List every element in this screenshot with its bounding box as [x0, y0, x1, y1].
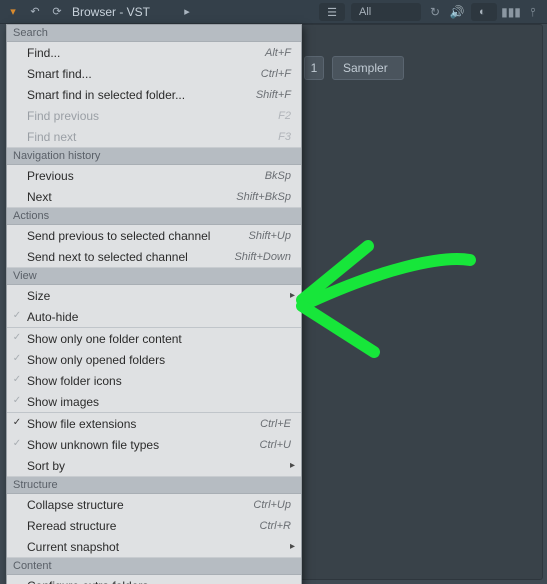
check-icon: ✓ — [11, 437, 23, 449]
sampler-label: Sampler — [343, 61, 388, 75]
menu-item-shortcut: Ctrl+E — [260, 418, 291, 430]
menu-item-label: Show folder icons — [27, 374, 291, 388]
menu-item-label: Show only opened folders — [27, 353, 291, 367]
menu-item: Find previousF2 — [7, 105, 301, 126]
menu-item[interactable]: Configure extra folders — [7, 575, 301, 584]
channel-number-chip[interactable]: 1 — [304, 56, 324, 80]
menu-item[interactable]: Smart find...Ctrl+F — [7, 63, 301, 84]
menu-item-label: Auto-hide — [27, 310, 291, 324]
menu-item[interactable]: Current snapshot▸ — [7, 536, 301, 557]
menu-item-label: Show unknown file types — [27, 438, 260, 452]
menu-item-label: Show only one folder content — [27, 332, 291, 346]
menu-section-header: Structure — [7, 476, 301, 494]
submenu-arrow-icon: ▸ — [290, 290, 295, 301]
menu-item-shortcut: Ctrl+Up — [253, 499, 291, 511]
menu-item: Find nextF3 — [7, 126, 301, 147]
menu-item-label: Collapse structure — [27, 498, 253, 512]
menu-item-label: Configure extra folders — [27, 579, 291, 584]
filter-all[interactable]: All — [351, 3, 421, 21]
menu-item-shortcut: Ctrl+F — [261, 68, 291, 80]
check-icon: ✓ — [11, 394, 23, 406]
topbar-right: ☰ All ↻ 🔊 ◐ ▮▮▮ ⫯ — [319, 0, 541, 24]
menu-item[interactable]: Send previous to selected channelShift+U… — [7, 225, 301, 246]
loop-icon[interactable]: ↻ — [427, 4, 443, 20]
check-icon: ✓ — [11, 331, 23, 343]
menu-section-header: Actions — [7, 207, 301, 225]
menu-item-label: Smart find... — [27, 67, 261, 81]
menu-item[interactable]: ✓ Show images — [7, 391, 301, 412]
menu-item[interactable]: ✓ Show unknown file typesCtrl+U — [7, 434, 301, 455]
menu-item-shortcut: F3 — [278, 131, 291, 143]
menu-item[interactable]: Reread structureCtrl+R — [7, 515, 301, 536]
menu-dropdown-icon[interactable]: ▾ — [4, 3, 22, 21]
menu-item[interactable]: ✓ Show file extensionsCtrl+E — [7, 413, 301, 434]
menu-item-label: Send previous to selected channel — [27, 229, 249, 243]
menu-item-shortcut: Ctrl+R — [260, 520, 291, 532]
menu-item-shortcut: F2 — [278, 110, 291, 122]
menu-item-label: Find... — [27, 46, 265, 60]
knob-icon[interactable]: ◐ — [471, 3, 497, 21]
menu-item-label: Current snapshot — [27, 540, 291, 554]
menu-item-label: Show images — [27, 395, 291, 409]
filter-label: All — [359, 6, 371, 18]
menu-item[interactable]: Find...Alt+F — [7, 42, 301, 63]
browser-context-menu: SearchFind...Alt+FSmart find...Ctrl+FSma… — [6, 24, 302, 584]
channel-rack-panel — [300, 24, 543, 580]
play-icon[interactable]: ▸ — [178, 3, 196, 21]
menu-item[interactable]: Sort by▸ — [7, 455, 301, 476]
back-icon[interactable]: ↶ — [26, 3, 44, 21]
menu-item[interactable]: ✓ Auto-hide — [7, 306, 301, 327]
check-icon: ✓ — [11, 352, 23, 364]
menu-item-shortcut: Shift+F — [256, 89, 291, 101]
sampler-chip[interactable]: Sampler — [332, 56, 404, 80]
check-icon: ✓ — [11, 309, 23, 321]
menu-item-label: Previous — [27, 169, 265, 183]
browser-title: Browser - VST — [72, 5, 150, 19]
menu-section-header: Content — [7, 557, 301, 575]
menu-item-label: Show file extensions — [27, 417, 260, 431]
menu-item[interactable]: Smart find in selected folder...Shift+F — [7, 84, 301, 105]
menu-item[interactable]: ✓ Show only one folder content — [7, 328, 301, 349]
eq-icon[interactable]: ⫯ — [525, 4, 541, 20]
menu-item-label: Size — [27, 289, 291, 303]
menu-item[interactable]: Collapse structureCtrl+Up — [7, 494, 301, 515]
menu-item-label: Smart find in selected folder... — [27, 88, 256, 102]
menu-item[interactable]: NextShift+BkSp — [7, 186, 301, 207]
menu-item-shortcut: Shift+Down — [234, 251, 291, 263]
submenu-arrow-icon: ▸ — [290, 541, 295, 552]
check-icon: ✓ — [11, 416, 23, 428]
menu-item[interactable]: ✓ Show only opened folders — [7, 349, 301, 370]
menu-item-shortcut: BkSp — [265, 170, 291, 182]
menu-item-label: Reread structure — [27, 519, 260, 533]
menu-item[interactable]: PreviousBkSp — [7, 165, 301, 186]
list-icon[interactable]: ☰ — [319, 3, 345, 21]
menu-item-shortcut: Shift+BkSp — [236, 191, 291, 203]
check-icon: ✓ — [11, 373, 23, 385]
menu-item[interactable]: ✓ Show folder icons — [7, 370, 301, 391]
menu-item-label: Find next — [27, 130, 278, 144]
refresh-icon[interactable]: ⟳ — [48, 3, 66, 21]
menu-item-shortcut: Alt+F — [265, 47, 291, 59]
channel-number-label: 1 — [311, 61, 318, 75]
menu-section-header: Search — [7, 25, 301, 42]
menu-item-shortcut: Shift+Up — [249, 230, 292, 242]
menu-item[interactable]: Send next to selected channelShift+Down — [7, 246, 301, 267]
menu-item-label: Send next to selected channel — [27, 250, 234, 264]
submenu-arrow-icon: ▸ — [290, 460, 295, 471]
menu-section-header: View — [7, 267, 301, 285]
bars-icon[interactable]: ▮▮▮ — [503, 4, 519, 20]
volume-icon[interactable]: 🔊 — [449, 4, 465, 20]
menu-item-label: Next — [27, 190, 236, 204]
menu-item-shortcut: Ctrl+U — [260, 439, 291, 451]
menu-item-label: Find previous — [27, 109, 278, 123]
menu-item-label: Sort by — [27, 459, 291, 473]
menu-item[interactable]: Size▸ — [7, 285, 301, 306]
menu-section-header: Navigation history — [7, 147, 301, 165]
